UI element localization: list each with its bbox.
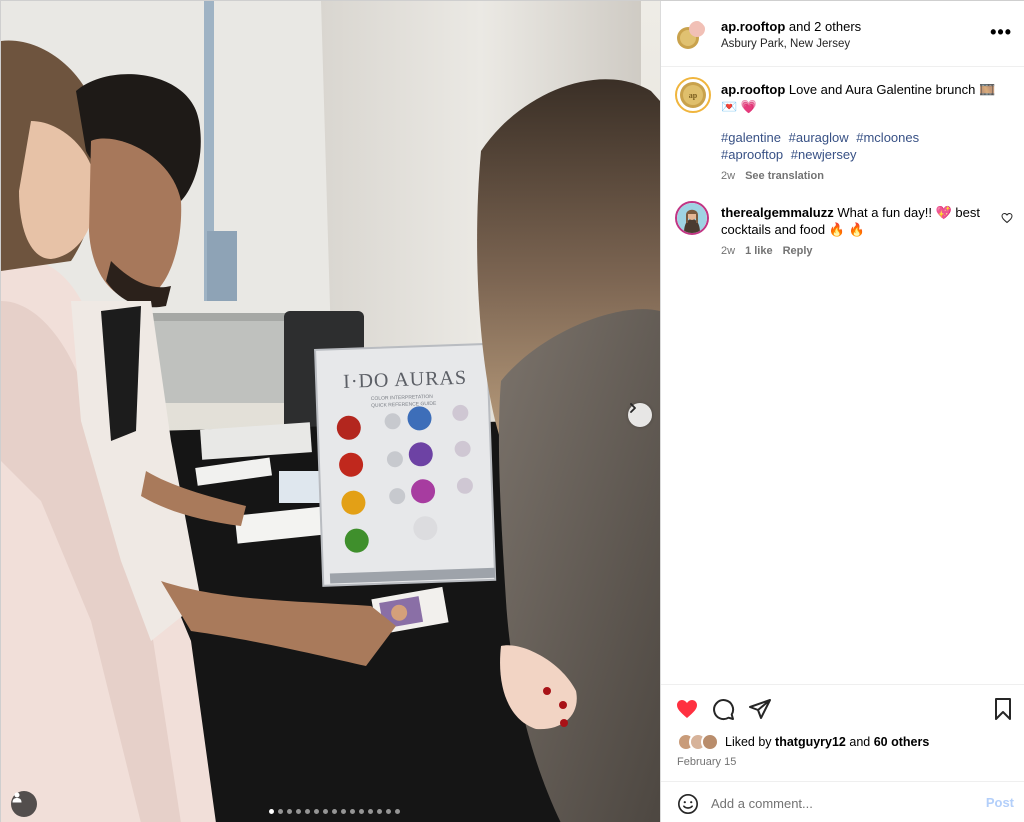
likes-summary: Liked by thatguyry12 and 60 others	[677, 733, 930, 751]
comment-button[interactable]	[711, 697, 735, 726]
carousel-dot	[341, 809, 346, 814]
header-owner: ap.rooftop and 2 others	[721, 19, 861, 34]
caption-avatar[interactable]: ap	[675, 77, 711, 113]
post-header: ap.rooftop and 2 others Asbury Park, New…	[661, 1, 1024, 67]
heart-outline-icon	[1001, 212, 1013, 224]
caption-meta: 2w See translation	[721, 170, 824, 182]
carousel-dot	[395, 809, 400, 814]
carousel-dot	[377, 809, 382, 814]
user-icon	[12, 792, 22, 803]
like-button[interactable]	[675, 697, 699, 726]
rooftop-logo-icon	[677, 21, 705, 49]
carousel-dot	[332, 809, 337, 814]
bookmark-icon	[995, 698, 1011, 720]
carousel-dot	[278, 809, 283, 814]
header-collab[interactable]: and 2 others	[785, 19, 861, 34]
rooftop-logo-icon: ap	[678, 80, 708, 110]
comment-input[interactable]	[711, 792, 971, 814]
paper-plane-icon	[749, 699, 771, 719]
carousel-dot	[314, 809, 319, 814]
hashtag-link[interactable]: #aprooftop	[721, 147, 783, 162]
see-translation-button[interactable]: See translation	[745, 170, 824, 182]
post-actions: Liked by thatguyry12 and 60 others Febru…	[661, 684, 1024, 822]
carousel-dot	[368, 809, 373, 814]
comment-bubble-icon	[713, 699, 735, 721]
liked-user[interactable]: thatguyry12	[775, 735, 846, 749]
post-media[interactable]: COLOR INTERPRETATION QUICK REFERENCE GUI…	[1, 1, 660, 822]
comment-composer: Post	[661, 781, 1024, 822]
liked-count[interactable]: 60 others	[874, 735, 930, 749]
caption-time[interactable]: 2w	[721, 170, 735, 182]
post-photo: COLOR INTERPRETATION QUICK REFERENCE GUI…	[1, 1, 660, 822]
carousel-dot	[287, 809, 292, 814]
heart-filled-icon	[677, 700, 697, 718]
sign-title: I·DO AURAS	[343, 367, 468, 393]
post-comment-button[interactable]: Post	[986, 795, 1014, 810]
chevron-right-icon	[630, 403, 636, 413]
header-username[interactable]: ap.rooftop	[721, 19, 785, 34]
share-button[interactable]	[748, 697, 772, 726]
comment-like-button[interactable]	[1001, 211, 1013, 229]
account-avatar[interactable]	[675, 19, 707, 51]
liked-prefix: Liked by	[725, 735, 776, 749]
carousel-dot	[350, 809, 355, 814]
liked-mid: and	[845, 735, 874, 749]
reply-button[interactable]: Reply	[783, 245, 813, 257]
carousel-dot	[296, 809, 301, 814]
hashtag-link[interactable]: #auraglow	[789, 130, 849, 145]
caption-hashtags: #galentine #auraglow #mcloones #aproofto…	[721, 129, 991, 163]
carousel-indicator	[269, 809, 400, 814]
hashtag-link[interactable]: #newjersey	[791, 147, 857, 162]
carousel-next-button[interactable]	[628, 403, 652, 427]
save-button[interactable]	[992, 697, 1014, 726]
comment-time[interactable]: 2w	[721, 245, 735, 257]
profile-photo-icon	[677, 203, 707, 233]
carousel-dot	[359, 809, 364, 814]
caption-username[interactable]: ap.rooftop	[721, 82, 785, 97]
commenter-avatar[interactable]	[675, 201, 709, 235]
post-date[interactable]: February 15	[677, 756, 736, 768]
comment-meta: 2w 1 like Reply	[721, 245, 813, 257]
comment-likes[interactable]: 1 like	[745, 245, 773, 257]
caption: ap.rooftop Love and Aura Galentine brunc…	[721, 81, 1001, 115]
carousel-dot	[269, 809, 274, 814]
svg-text:ap: ap	[689, 91, 698, 100]
smiley-icon	[678, 794, 698, 814]
liker-avatar	[701, 733, 719, 751]
carousel-dot	[323, 809, 328, 814]
tagged-users-button[interactable]	[11, 791, 37, 817]
comment: therealgemmaluzz What a fun day!! 💖 best…	[721, 204, 991, 238]
carousel-dot	[305, 809, 310, 814]
header-location[interactable]: Asbury Park, New Jersey	[721, 38, 850, 50]
instagram-post-window: COLOR INTERPRETATION QUICK REFERENCE GUI…	[0, 0, 1024, 822]
post-sidebar: ap.rooftop and 2 others Asbury Park, New…	[660, 1, 1024, 822]
emoji-button[interactable]	[677, 793, 699, 820]
hashtag-link[interactable]: #mcloones	[856, 130, 919, 145]
hashtag-link[interactable]: #galentine	[721, 130, 781, 145]
carousel-dot	[386, 809, 391, 814]
comment-username[interactable]: therealgemmaluzz	[721, 205, 834, 220]
more-options-button[interactable]: •••	[990, 23, 1012, 41]
